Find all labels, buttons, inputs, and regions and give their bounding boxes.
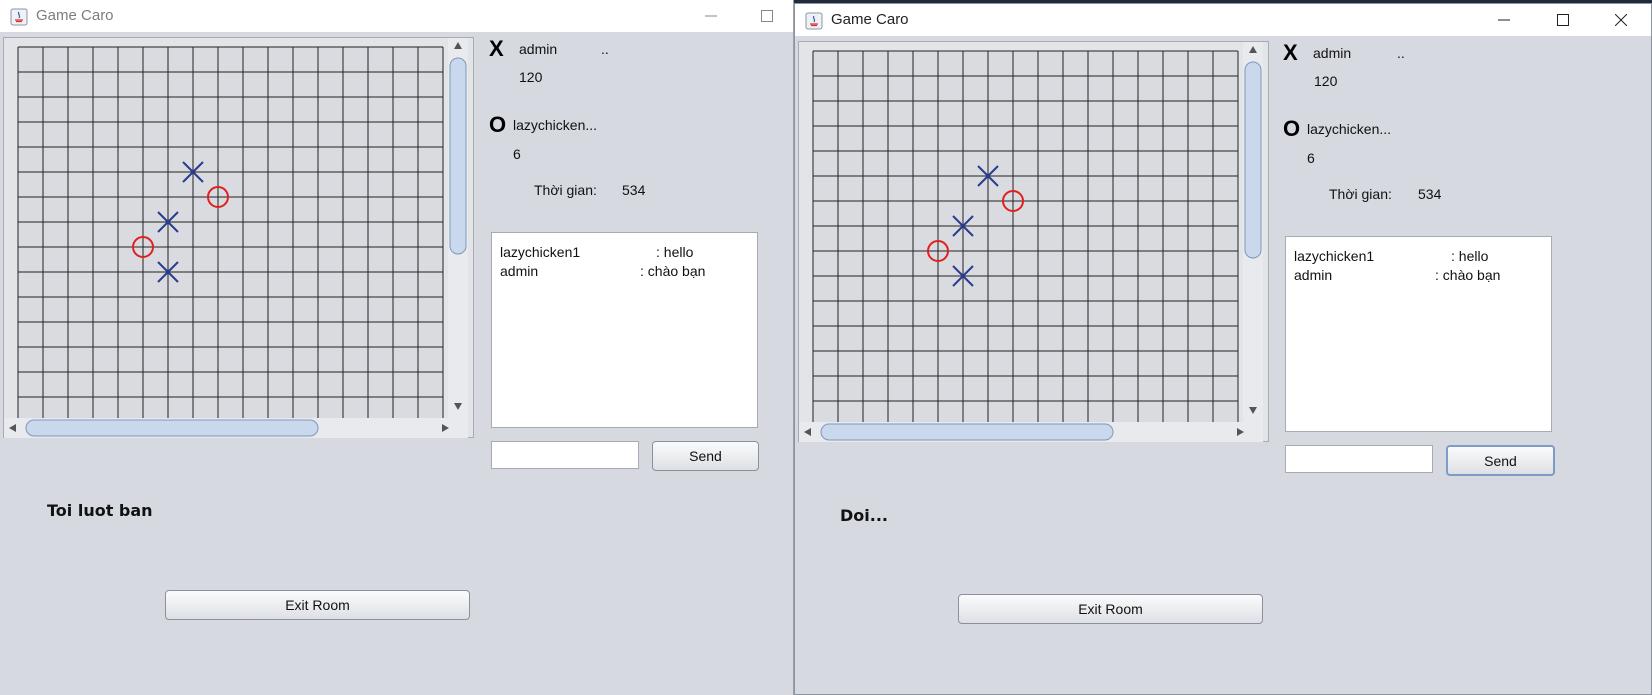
minimize-button[interactable]: [1481, 4, 1527, 36]
board-scroll-pane: [798, 41, 1269, 442]
close-icon: [1615, 14, 1627, 26]
chat-user: admin: [1294, 267, 1333, 283]
minimize-button[interactable]: [688, 0, 734, 32]
vertical-scroll-thumb[interactable]: [449, 57, 467, 255]
window-title: Game Caro: [36, 7, 114, 24]
chat-history[interactable]: lazychicken1 : hello admin : chào bạn: [1285, 236, 1552, 432]
player-x-mark: X: [489, 36, 504, 61]
chat-user: admin: [500, 263, 539, 279]
game-window-right: Game Caro X admin .. 120 O lazychicken..…: [794, 3, 1652, 695]
chat-history[interactable]: lazychicken1 : hello admin : chào bạn: [491, 232, 758, 428]
game-window-left: Game Caro X admin .. 120 O lazychicken..…: [0, 0, 794, 695]
caro-board[interactable]: [799, 42, 1270, 443]
maximize-icon: [761, 10, 773, 22]
timer-label: Thời gian:: [534, 182, 597, 198]
player-x-extra: ..: [1397, 45, 1405, 61]
vertical-scroll-thumb[interactable]: [1244, 61, 1262, 259]
send-button[interactable]: Send: [652, 441, 759, 471]
player-x-name: admin: [519, 41, 558, 57]
player-x-score: 120: [1314, 73, 1338, 89]
player-o-name: lazychicken...: [513, 117, 598, 133]
title-bar[interactable]: Game Caro: [795, 4, 1651, 36]
turn-status: Doi...: [840, 506, 888, 525]
maximize-button[interactable]: [1540, 4, 1586, 36]
maximize-icon: [1557, 14, 1569, 26]
board-grid-background: [18, 47, 443, 422]
chat-message: : hello: [1451, 248, 1489, 264]
send-button[interactable]: Send: [1446, 445, 1555, 476]
player-x-score: 120: [519, 69, 543, 85]
java-app-icon: [805, 12, 823, 30]
chat-user: lazychicken1: [500, 244, 581, 260]
turn-status: Toi luot ban: [47, 501, 153, 520]
timer-value: 534: [622, 182, 646, 198]
horizontal-scroll-thumb[interactable]: [25, 419, 319, 437]
chat-user: lazychicken1: [1294, 248, 1375, 264]
player-o-name: lazychicken...: [1307, 121, 1392, 137]
timer-value: 534: [1418, 186, 1442, 202]
player-o-score: 6: [1307, 150, 1315, 166]
close-button[interactable]: [1598, 4, 1644, 36]
exit-room-button[interactable]: Exit Room: [958, 594, 1263, 624]
window-title: Game Caro: [831, 11, 909, 28]
player-x-name: admin: [1313, 45, 1352, 61]
player-x-extra: ..: [601, 41, 609, 57]
player-o-mark: O: [1283, 116, 1301, 141]
title-bar[interactable]: Game Caro: [0, 0, 793, 32]
chat-input[interactable]: [491, 441, 639, 469]
player-o-score: 6: [513, 146, 521, 162]
player-o-mark: O: [489, 112, 507, 137]
maximize-button[interactable]: [744, 0, 790, 32]
chat-input[interactable]: [1285, 445, 1433, 473]
board-grid-background: [813, 51, 1238, 426]
timer-label: Thời gian:: [1329, 186, 1392, 202]
minimize-icon: [705, 15, 717, 17]
java-app-icon: [10, 8, 28, 26]
chat-message: : chào bạn: [640, 263, 706, 279]
player-x-mark: X: [1283, 40, 1298, 65]
board-scroll-pane: [3, 37, 474, 438]
chat-message: : hello: [656, 244, 694, 260]
minimize-icon: [1498, 19, 1510, 21]
caro-board[interactable]: [4, 38, 475, 439]
chat-message: : chào bạn: [1435, 267, 1501, 283]
horizontal-scroll-thumb[interactable]: [820, 423, 1114, 441]
exit-room-button[interactable]: Exit Room: [165, 590, 470, 620]
